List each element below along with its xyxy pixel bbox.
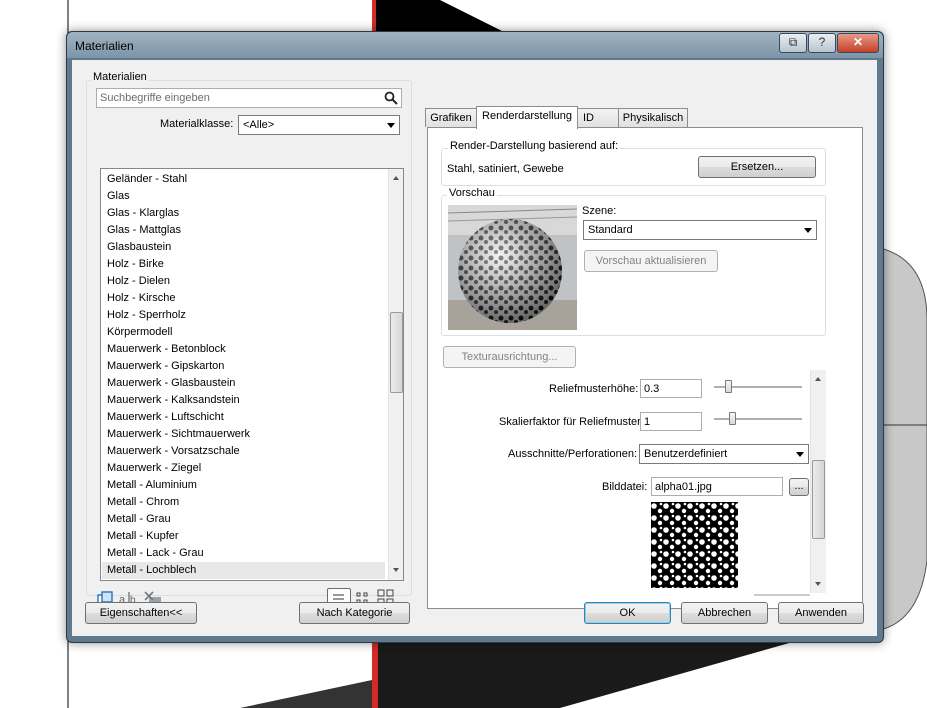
cutout-image-thumbnail	[651, 502, 738, 588]
tab-renderdarstellung[interactable]: Renderdarstellung	[476, 106, 578, 129]
list-item[interactable]: Metall - Lack - Grau	[107, 545, 385, 562]
texture-alignment-button[interactable]: Texturausrichtung...	[443, 346, 576, 368]
close-icon: ✕	[852, 35, 864, 49]
scroll-up-icon[interactable]	[815, 377, 821, 381]
list-item[interactable]: Holz - Dielen	[107, 273, 385, 290]
list-item[interactable]: Metall - Lochblech	[102, 562, 385, 579]
help-icon: ?	[818, 35, 826, 49]
search-icon[interactable]	[384, 91, 398, 105]
image-file-label: Bilddatei:	[602, 481, 648, 493]
list-item[interactable]: Mauerwerk - Glasbaustein	[107, 375, 385, 392]
list-item[interactable]: Metall - Aluminium	[107, 477, 385, 494]
material-class-value: <Alle>	[243, 119, 275, 131]
restore-icon: ⧉	[788, 35, 798, 49]
scene-label: Szene:	[582, 205, 617, 217]
material-preview-image	[448, 205, 577, 330]
tab-physikalisch[interactable]: Physikalisch	[618, 108, 688, 127]
close-button[interactable]: ✕	[837, 33, 879, 53]
tab-label: Physikalisch	[622, 112, 684, 124]
replace-button[interactable]: Ersetzen...	[698, 156, 816, 178]
tab-grafiken[interactable]: Grafiken	[425, 108, 477, 127]
list-item[interactable]: Mauerwerk - Betonblock	[107, 341, 385, 358]
dialog-client: Materialien Suchbegriffe eingeben Materi…	[72, 60, 877, 636]
render-based-on-label: Render-Darstellung basierend auf:	[448, 140, 621, 152]
search-input[interactable]: Suchbegriffe eingeben	[96, 88, 402, 108]
list-item[interactable]: Glasbaustein	[107, 239, 385, 256]
browse-button[interactable]: ...	[789, 478, 809, 496]
cancel-button[interactable]: Abbrechen	[681, 602, 768, 624]
scroll-up-icon[interactable]	[393, 176, 399, 180]
list-item[interactable]: Mauerwerk - Luftschicht	[107, 409, 385, 426]
tab-label: Renderdarstellung	[482, 110, 572, 122]
materials-dialog: Materialien ⧉ ? ✕ Materialien Suchbegrif…	[66, 31, 884, 643]
list-item[interactable]: Glas	[107, 188, 385, 205]
render-tab-panel: Render-Darstellung basierend auf: Stahl,…	[427, 127, 863, 609]
list-item[interactable]: Holz - Sperrholz	[107, 307, 385, 324]
scroll-down-icon[interactable]	[393, 568, 399, 572]
properties-scroll-thumb[interactable]	[812, 460, 825, 539]
list-item[interactable]: Mauerwerk - Ziegel	[107, 460, 385, 477]
ok-button[interactable]: OK	[584, 602, 671, 624]
cutouts-select[interactable]: Benutzerdefiniert	[639, 444, 809, 464]
list-item[interactable]: Mauerwerk - Kalksandstein	[107, 392, 385, 409]
preview-group-label: Vorschau	[447, 187, 497, 199]
list-item[interactable]: Glas - Klarglas	[107, 205, 385, 222]
update-preview-button[interactable]: Vorschau aktualisieren	[584, 250, 718, 272]
apply-button[interactable]: Anwenden	[778, 602, 864, 624]
render-based-on-value: Stahl, satiniert, Gewebe	[447, 163, 564, 175]
list-item[interactable]: Holz - Kirsche	[107, 290, 385, 307]
list-item[interactable]: Mauerwerk - Gipskarton	[107, 358, 385, 375]
title-bar: Materialien ⧉ ? ✕	[67, 32, 883, 58]
list-item[interactable]: Metall - Grau	[107, 511, 385, 528]
tab-label: ID	[583, 112, 594, 124]
list-item[interactable]: Mauerwerk - Sichtmauerwerk	[107, 426, 385, 443]
materials-group-label: Materialien	[91, 71, 149, 83]
relief-scale-input[interactable]: 1	[640, 412, 702, 431]
by-category-button[interactable]: Nach Kategorie	[299, 602, 410, 624]
material-class-select[interactable]: <Alle>	[238, 115, 400, 135]
window-title: Materialien	[75, 39, 134, 53]
list-scrollbar[interactable]	[388, 169, 403, 580]
list-item[interactable]: Glas - Mattglas	[107, 222, 385, 239]
list-item[interactable]: Metall - Chrom	[107, 494, 385, 511]
chevron-down-icon	[804, 228, 812, 233]
partial-slider	[754, 594, 810, 597]
list-item[interactable]: Geländer - Stahl	[107, 171, 385, 188]
properties-button[interactable]: Eigenschaften<<	[85, 602, 197, 624]
search-placeholder: Suchbegriffe eingeben	[100, 92, 210, 104]
scene-select[interactable]: Standard	[583, 220, 817, 240]
relief-scale-slider-thumb[interactable]	[729, 412, 736, 425]
list-item[interactable]: Mauerwerk - Vorsatzschale	[107, 443, 385, 460]
image-file-input[interactable]: alpha01.jpg	[651, 477, 783, 496]
relief-scale-slider-track[interactable]	[714, 418, 802, 421]
properties-scrollbar[interactable]	[810, 370, 826, 593]
relief-height-label: Reliefmusterhöhe:	[549, 383, 639, 395]
restore-button[interactable]: ⧉	[779, 33, 807, 53]
scroll-down-icon[interactable]	[815, 582, 821, 586]
tab-id[interactable]: ID	[577, 108, 619, 127]
relief-height-input[interactable]: 0.3	[640, 379, 702, 398]
list-item[interactable]: Körpermodell	[107, 324, 385, 341]
materials-list[interactable]: Geländer - Stahl Glas Glas - Klarglas Glas …	[100, 168, 404, 581]
cutouts-value: Benutzerdefiniert	[644, 448, 728, 460]
list-scroll-thumb[interactable]	[390, 312, 403, 393]
relief-scale-label: Skalierfaktor für Reliefmuster	[499, 416, 641, 428]
scene-value: Standard	[588, 224, 633, 236]
chevron-down-icon	[387, 123, 395, 128]
cutouts-label: Ausschnitte/Perforationen:	[508, 448, 638, 460]
chevron-down-icon	[796, 452, 804, 457]
list-item[interactable]: Holz - Birke	[107, 256, 385, 273]
relief-height-slider-thumb[interactable]	[725, 380, 732, 393]
material-class-label: Materialklasse:	[160, 118, 234, 130]
help-button[interactable]: ?	[808, 33, 836, 53]
list-item[interactable]: Metall - Kupfer	[107, 528, 385, 545]
tab-label: Grafiken	[430, 112, 472, 124]
